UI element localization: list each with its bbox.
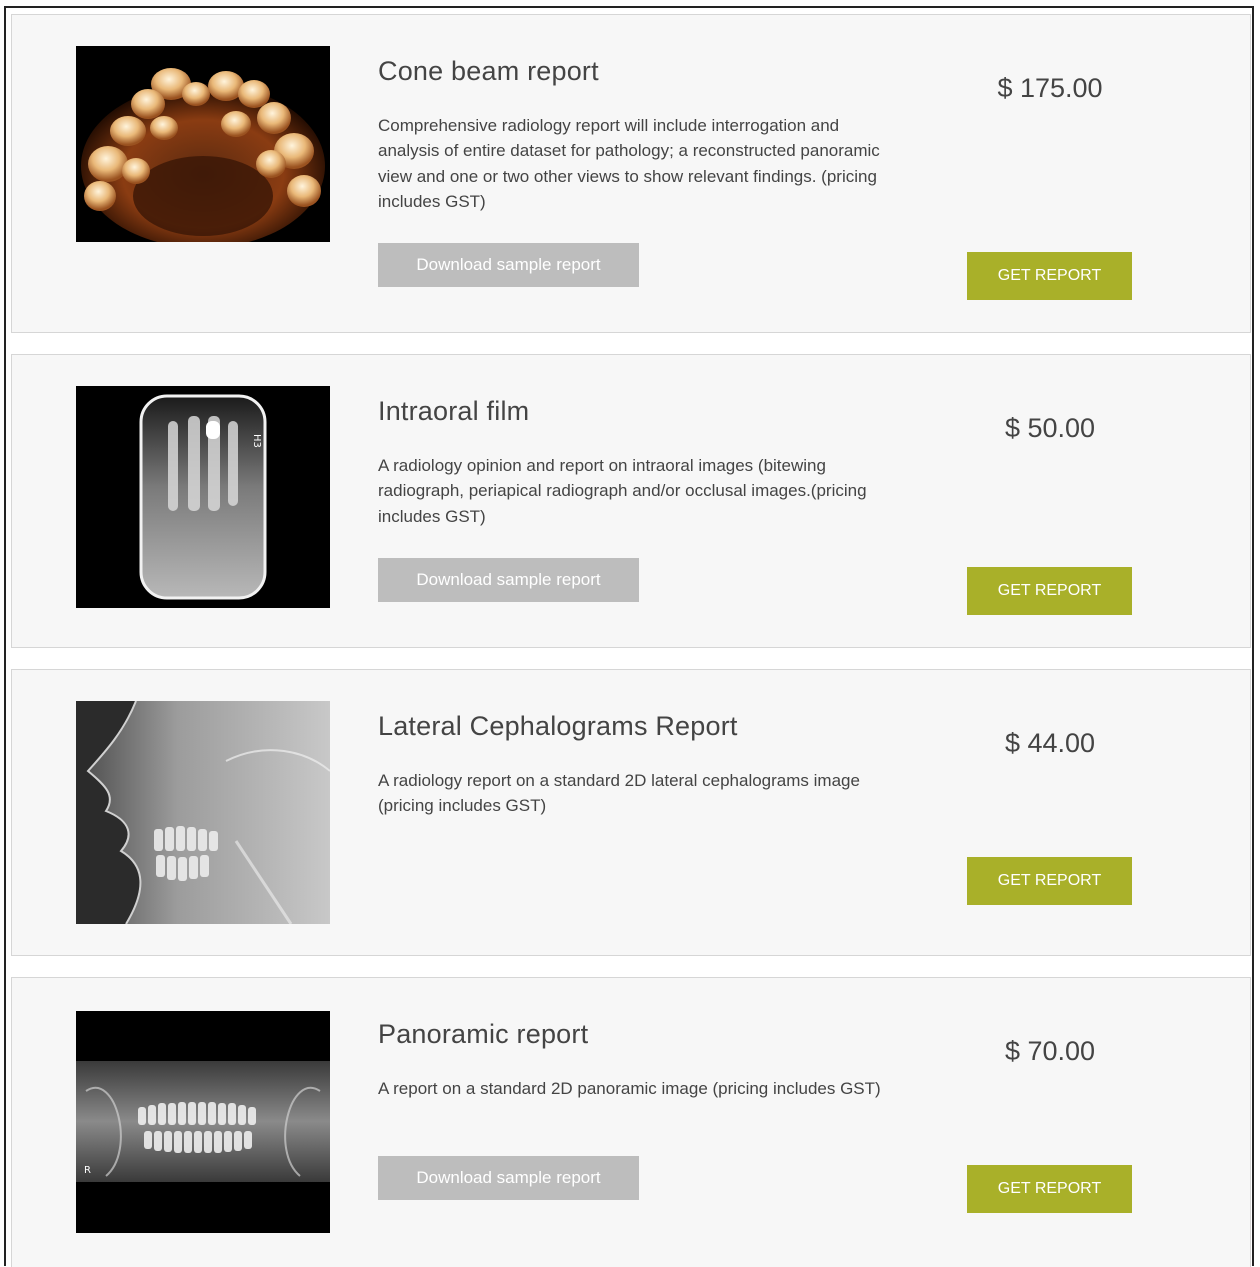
svg-text:H3: H3 xyxy=(251,434,262,448)
product-title: Intraoral film xyxy=(378,396,530,426)
product-card-intraoral-film: H3 Intraoral film A radiology opinion an… xyxy=(11,354,1251,648)
product-description: A radiology opinion and report on intrao… xyxy=(378,456,867,526)
download-sample-report-button[interactable]: Download sample report xyxy=(378,1156,639,1200)
product-description: A report on a standard 2D panoramic imag… xyxy=(378,1079,881,1098)
product-title: Panoramic report xyxy=(378,1019,589,1049)
product-title: Cone beam report xyxy=(378,56,599,86)
download-sample-report-button[interactable]: Download sample report xyxy=(378,558,639,602)
product-price: $ 175.00 xyxy=(997,73,1103,103)
get-report-button[interactable]: GET REPORT xyxy=(967,567,1132,615)
product-card-panoramic: R Panoramic report A report on a standar… xyxy=(11,977,1251,1267)
product-price: $ 44.00 xyxy=(1004,728,1096,758)
get-report-button[interactable]: GET REPORT xyxy=(967,1165,1132,1213)
cone-beam-3d-teeth-image xyxy=(76,46,330,242)
get-report-button[interactable]: GET REPORT xyxy=(967,252,1132,300)
intraoral-xray-image: H3 xyxy=(76,386,330,608)
product-description: A radiology report on a standard 2D late… xyxy=(378,771,860,816)
lateral-cephalogram-image xyxy=(76,701,330,924)
product-description: Comprehensive radiology report will incl… xyxy=(378,116,880,212)
get-report-button[interactable]: GET REPORT xyxy=(967,857,1132,905)
product-card-lateral-cephalograms: Lateral Cephalograms Report A radiology … xyxy=(11,669,1251,956)
download-sample-report-button[interactable]: Download sample report xyxy=(378,243,639,287)
svg-text:R: R xyxy=(84,1165,91,1176)
product-price: $ 70.00 xyxy=(1004,1036,1096,1066)
panoramic-xray-image: R xyxy=(76,1011,330,1233)
product-price: $ 50.00 xyxy=(1004,413,1096,443)
product-title: Lateral Cephalograms Report xyxy=(378,711,738,741)
product-card-cone-beam: Cone beam report Comprehensive radiology… xyxy=(11,14,1251,333)
